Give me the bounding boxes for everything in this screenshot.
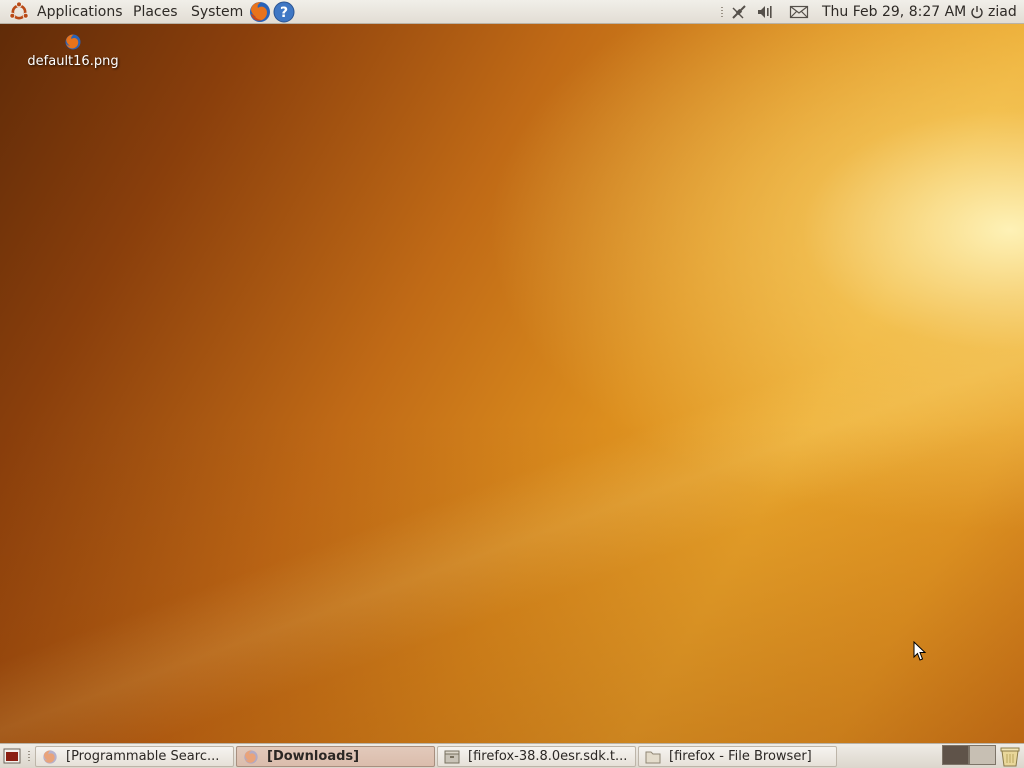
desktop[interactable]: Applications Places System ? Thu Feb 29,… bbox=[0, 0, 1024, 768]
taskbar-item-label: [firefox-38.8.0esr.sdk.t... bbox=[468, 749, 628, 764]
firefox-icon bbox=[43, 750, 57, 764]
firefox-icon[interactable] bbox=[248, 0, 272, 24]
svg-text:?: ? bbox=[280, 5, 288, 21]
show-desktop-icon[interactable] bbox=[3, 748, 21, 764]
top-panel: Applications Places System ? Thu Feb 29,… bbox=[0, 0, 1024, 24]
places-menu[interactable]: Places bbox=[133, 3, 178, 21]
firefox-icon bbox=[65, 34, 81, 50]
handle-icon bbox=[28, 751, 30, 761]
handle-icon bbox=[721, 7, 723, 17]
system-menu[interactable]: System bbox=[191, 3, 243, 21]
firefox-icon bbox=[244, 750, 258, 764]
archive-icon bbox=[444, 750, 460, 764]
help-icon[interactable]: ? bbox=[273, 1, 295, 23]
network-disconnected-icon[interactable] bbox=[730, 3, 748, 21]
clock[interactable]: Thu Feb 29, 8:27 AM bbox=[822, 3, 966, 21]
workspace-1[interactable] bbox=[942, 745, 969, 765]
taskbar-item-label: [Programmable Searc... bbox=[66, 749, 220, 764]
trash-icon[interactable] bbox=[999, 746, 1021, 767]
workspace-2[interactable] bbox=[969, 745, 996, 765]
volume-muted-icon[interactable] bbox=[756, 3, 774, 21]
user-menu[interactable]: ziad bbox=[988, 3, 1017, 21]
taskbar-item-archive-manager[interactable]: [firefox-38.8.0esr.sdk.t... bbox=[437, 746, 636, 767]
mail-icon[interactable] bbox=[789, 4, 809, 20]
ubuntu-logo-icon[interactable] bbox=[8, 1, 30, 23]
taskbar-item-label: [firefox - File Browser] bbox=[669, 749, 812, 764]
taskbar-item-downloads[interactable]: [Downloads] bbox=[236, 746, 435, 767]
power-icon[interactable] bbox=[970, 5, 984, 19]
taskbar-item-programmable-search[interactable]: [Programmable Searc... bbox=[35, 746, 234, 767]
applications-menu[interactable]: Applications bbox=[37, 3, 123, 21]
folder-icon bbox=[645, 751, 661, 764]
taskbar-item-label: [Downloads] bbox=[267, 749, 360, 764]
file-name-label: default16.png bbox=[27, 54, 119, 69]
bottom-panel: [Programmable Searc... [Downloads] [fire… bbox=[0, 743, 1024, 768]
taskbar-item-file-browser[interactable]: [firefox - File Browser] bbox=[638, 746, 837, 767]
mouse-cursor-icon bbox=[913, 641, 927, 661]
desktop-file-default16[interactable]: default16.png bbox=[22, 33, 124, 69]
